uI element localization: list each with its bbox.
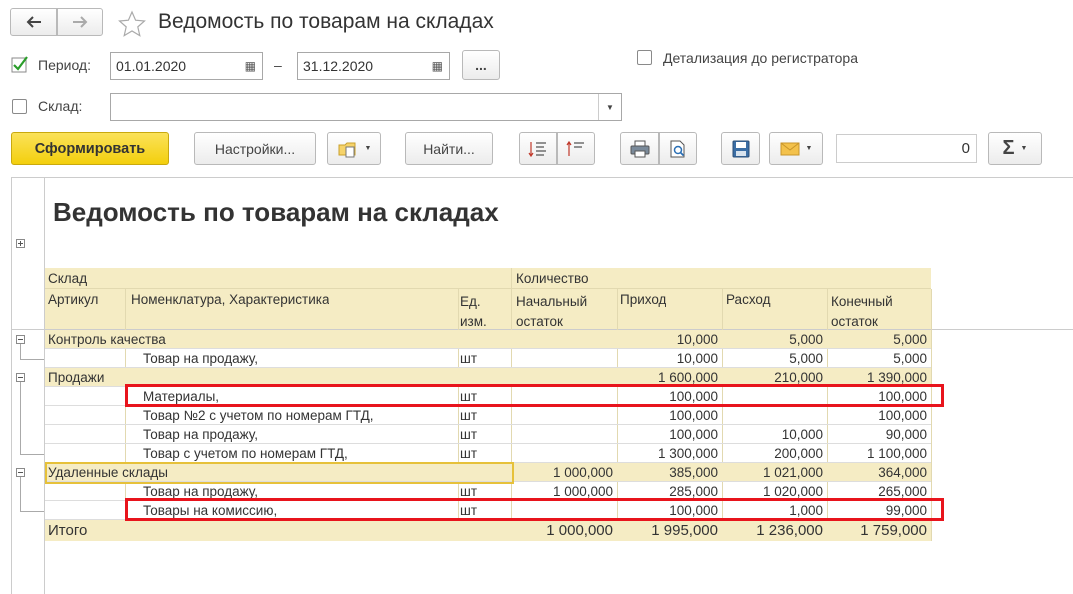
header-article: Артикул <box>48 292 99 307</box>
sigma-icon: Σ <box>1002 137 1015 159</box>
period-select-button[interactable]: ... <box>462 50 500 80</box>
generate-label: Сформировать <box>34 140 146 157</box>
save-button[interactable] <box>721 132 760 165</box>
print-button[interactable] <box>620 132 659 165</box>
highlight-box <box>125 384 944 407</box>
date-from-field[interactable]: 01.01.2020 ▦ <box>110 52 263 80</box>
column-divider <box>511 268 512 289</box>
collapse-group-toggle[interactable] <box>16 335 25 344</box>
highlight-box <box>125 498 944 521</box>
sum-counter-value: 0 <box>961 140 970 157</box>
header-warehouse: Склад <box>48 271 88 286</box>
arrow-left-icon <box>26 16 41 28</box>
period-dash: – <box>274 57 282 73</box>
period-checkbox[interactable] <box>11 56 28 73</box>
warehouse-select[interactable]: ▼ <box>110 93 622 121</box>
tree-line <box>20 359 44 360</box>
date-to-value: 31.12.2020 <box>303 58 374 74</box>
forward-button[interactable] <box>57 8 103 36</box>
find-label: Найти... <box>423 140 475 157</box>
tree-line <box>20 511 44 512</box>
header-quantity: Количество <box>516 271 589 286</box>
find-button[interactable]: Найти... <box>405 132 493 165</box>
variant-menu-button[interactable]: ▼ <box>327 132 381 165</box>
total-income: 1 995,000 <box>651 522 718 539</box>
header-end: Конечный остаток <box>831 294 893 329</box>
header-nomenclature: Номенклатура, Характеристика <box>131 292 330 307</box>
calendar-icon[interactable]: ▦ <box>245 59 256 73</box>
warehouse-label: Склад: <box>38 98 83 114</box>
back-button[interactable] <box>10 8 57 36</box>
sum-counter-field[interactable]: 0 <box>836 134 977 163</box>
send-email-button[interactable]: ▼ <box>769 132 823 165</box>
collapse-group-toggle[interactable] <box>16 373 25 382</box>
envelope-icon <box>780 142 800 155</box>
expand-header-toggle[interactable] <box>16 239 25 248</box>
chevron-down-icon: ▼ <box>364 145 372 152</box>
collapse-group-toggle[interactable] <box>16 468 25 477</box>
collapse-groups-button[interactable] <box>557 132 595 165</box>
selected-cell-frame <box>45 462 514 484</box>
total-expense: 1 236,000 <box>756 522 823 539</box>
arrow-right-icon <box>73 16 88 28</box>
tree-line <box>20 382 21 454</box>
total-end: 1 759,000 <box>860 522 927 539</box>
date-from-value: 01.01.2020 <box>116 58 187 74</box>
warehouse-checkbox[interactable] <box>12 99 27 114</box>
tree-line <box>20 344 21 359</box>
chevron-down-icon: ▼ <box>1020 145 1028 152</box>
calendar-icon[interactable]: ▦ <box>432 59 443 73</box>
chevron-down-icon: ▼ <box>805 145 813 152</box>
print-preview-icon <box>670 140 685 157</box>
expand-groups-button[interactable] <box>519 132 557 165</box>
sum-mode-button[interactable]: Σ ▼ <box>988 132 1042 165</box>
printer-icon <box>630 140 649 157</box>
report-variant-icon <box>338 142 356 157</box>
settings-button[interactable]: Настройки... <box>194 132 316 165</box>
favorite-star-icon[interactable] <box>117 10 147 38</box>
generate-button[interactable]: Сформировать <box>11 132 169 165</box>
row-divider <box>45 424 931 425</box>
collapse-groups-icon <box>566 140 584 156</box>
detail-checkbox[interactable] <box>637 50 652 65</box>
header-start: Начальный остаток <box>516 294 588 329</box>
header-income: Приход <box>620 292 667 307</box>
tree-line <box>20 454 44 455</box>
report-top-border <box>11 177 1073 178</box>
header-unit: Ед. изм. <box>460 294 487 329</box>
date-to-field[interactable]: 31.12.2020 ▦ <box>297 52 450 80</box>
print-preview-button[interactable] <box>659 132 697 165</box>
checkmark-icon <box>11 56 28 73</box>
expand-groups-icon <box>528 141 546 157</box>
detail-label: Детализация до регистратора <box>663 50 858 66</box>
window-title: Ведомость по товарам на складах <box>158 10 494 33</box>
header-expense: Расход <box>726 292 771 307</box>
period-select-label: ... <box>475 57 487 73</box>
report-left-border <box>11 177 12 594</box>
floppy-disk-icon <box>732 140 749 157</box>
row-divider <box>45 443 931 444</box>
report-title: Ведомость по товарам на складах <box>53 197 499 227</box>
total-start: 1 000,000 <box>546 522 613 539</box>
settings-label: Настройки... <box>214 140 296 157</box>
tree-line <box>20 477 21 511</box>
header-split-line <box>45 288 931 289</box>
row-divider <box>45 348 931 349</box>
total-label: Итого <box>48 522 88 539</box>
period-label: Период: <box>38 57 91 73</box>
dropdown-arrow-icon[interactable]: ▼ <box>598 94 621 120</box>
